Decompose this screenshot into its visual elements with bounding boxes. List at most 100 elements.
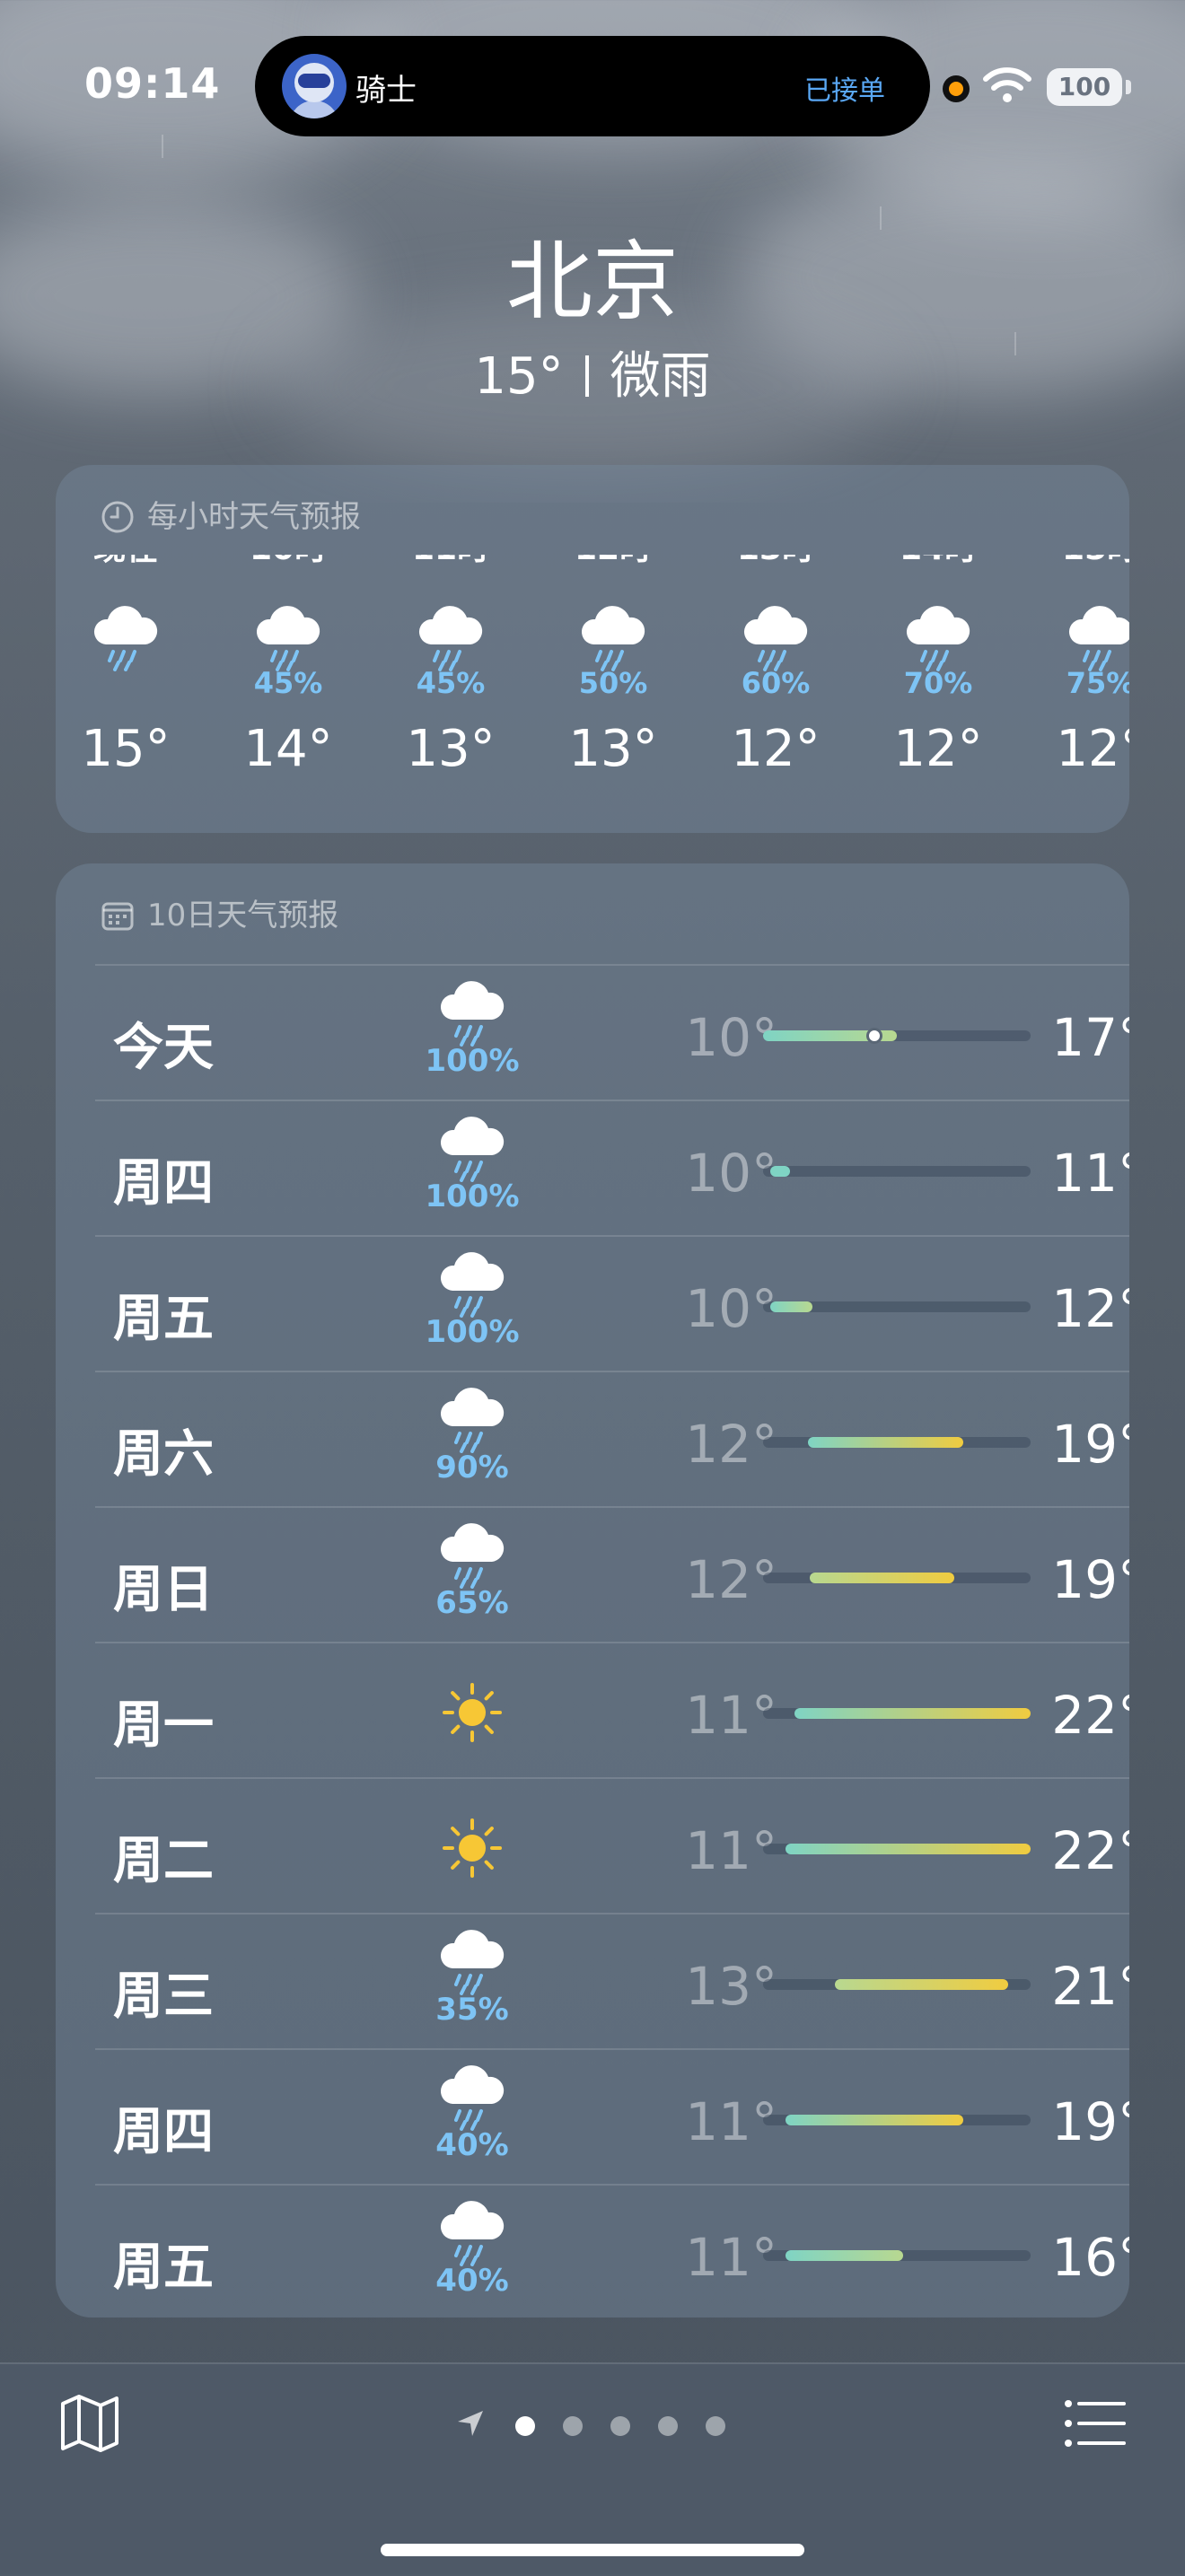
page-dot[interactable] — [515, 2416, 535, 2436]
island-activity-status: 已接单 — [804, 75, 885, 107]
cloud-rain-icon — [400, 980, 544, 1047]
daily-low-temp: 10° — [685, 1007, 777, 1068]
daily-low-temp: 11° — [685, 1685, 777, 1746]
hourly-time: 15时 — [1029, 555, 1129, 571]
daily-high-temp: 19° — [1051, 1549, 1129, 1610]
daily-forecast-row[interactable]: 周六 90% 12° 19° — [95, 1371, 1129, 1507]
daily-forecast-row[interactable]: 周五 100% 10° 12° — [95, 1235, 1129, 1371]
daily-forecast-row[interactable]: 周五 40% 11° 16° — [95, 2184, 1129, 2318]
rider-avatar-icon — [282, 54, 347, 118]
temperature-range-fill — [785, 2115, 964, 2125]
status-time: 09:14 — [84, 59, 221, 108]
temperature-range-bar — [763, 1166, 1031, 1177]
daily-low-temp: 12° — [685, 1414, 777, 1475]
hourly-forecast-card[interactable]: 每小时天气预报 现在 15° 10时 45% 14° 11时 45% 13° 12时 50% 13°… — [56, 465, 1129, 833]
cloud-rain-icon — [577, 605, 649, 671]
daily-weather: 100% — [400, 1251, 544, 1350]
page-dot[interactable] — [658, 2416, 678, 2436]
day-name: 周一 — [113, 1696, 214, 1755]
day-name: 周四 — [113, 2103, 214, 2161]
daily-forecast-row[interactable]: 周三 35% 13° 21° — [95, 1913, 1129, 2049]
daily-forecast-row[interactable]: 周一 11° 22° — [95, 1642, 1129, 1778]
cloud-rain-icon — [400, 1251, 544, 1318]
temperature-range-fill — [785, 2250, 904, 2261]
cloud-rain-icon — [400, 1116, 544, 1182]
daily-forecast-row[interactable]: 周四 100% 10° 11° — [95, 1100, 1129, 1236]
hourly-forecast-title: 每小时天气预报 — [147, 499, 361, 535]
temperature-range-fill — [769, 1301, 812, 1312]
cloud-rain-icon — [400, 2200, 544, 2266]
daily-forecast-row[interactable]: 今天 100% 10° 17° — [95, 964, 1129, 1100]
hourly-precipitation: 75% — [1066, 666, 1129, 700]
home-indicator[interactable] — [381, 2544, 804, 2556]
sun-icon — [400, 1815, 544, 1881]
daily-weather — [400, 1815, 544, 1878]
city-list-icon[interactable] — [1063, 2396, 1128, 2450]
hourly-item: 15时 75% 12° — [1029, 555, 1129, 778]
daily-precipitation: 100% — [425, 1314, 520, 1350]
hourly-temperature: 13° — [406, 720, 496, 778]
daily-precipitation: 40% — [435, 2127, 509, 2163]
current-conditions: 15° 微雨 — [0, 336, 1185, 408]
separator — [584, 355, 589, 397]
daily-forecast-title: 10日天气预报 — [147, 898, 339, 933]
hourly-precipitation: 70% — [903, 666, 973, 700]
page-dot[interactable] — [706, 2416, 725, 2436]
hourly-time: 11时 — [379, 555, 522, 571]
daily-weather — [400, 1679, 544, 1742]
daily-high-temp: 22° — [1051, 1820, 1129, 1881]
cloud-rain-icon — [400, 1387, 544, 1453]
daily-precipitation: 90% — [435, 1450, 509, 1485]
cloud-rain-icon — [415, 605, 487, 671]
city-name: 北京 — [506, 232, 679, 332]
current-temperature-marker — [866, 1028, 883, 1044]
day-name: 周日 — [113, 1561, 214, 1619]
daily-high-temp: 11° — [1051, 1143, 1129, 1204]
daily-low-temp: 13° — [685, 1956, 777, 2017]
daily-precipitation: 100% — [425, 1043, 520, 1079]
hourly-temperature: 15° — [81, 720, 171, 778]
page-dot[interactable] — [610, 2416, 630, 2436]
battery-tip — [1126, 80, 1131, 94]
hourly-precipitation: 45% — [253, 666, 323, 700]
daily-precipitation: 100% — [425, 1178, 520, 1214]
daily-high-temp: 19° — [1051, 1414, 1129, 1475]
location-arrow-icon[interactable] — [454, 2407, 487, 2440]
daily-low-temp: 10° — [685, 1278, 777, 1339]
daily-precipitation: 40% — [435, 2263, 509, 2299]
daily-weather: 90% — [400, 1387, 544, 1485]
current-temperature: 15° — [474, 347, 564, 406]
daily-low-temp: 12° — [685, 1549, 777, 1610]
daily-low-temp: 11° — [685, 1820, 777, 1881]
temperature-range-bar — [763, 2115, 1031, 2125]
map-icon[interactable] — [57, 2391, 122, 2456]
hourly-temperature: 14° — [243, 720, 333, 778]
daily-forecast-card[interactable]: 10日天气预报 今天 100% 10° 17° 周四 100% 10° 11° 周五 100% 10… — [56, 863, 1129, 2318]
cloud-rain-icon — [902, 605, 974, 671]
hourly-item: 14时 70% 12° — [866, 555, 1010, 778]
hourly-temperature: 13° — [568, 720, 658, 778]
daily-forecast-header: 10日天气预报 — [101, 890, 338, 934]
hourly-temperature: 12° — [893, 720, 983, 778]
sun-icon — [400, 1679, 544, 1746]
temperature-range-bar — [763, 1844, 1031, 1854]
day-name: 周五 — [113, 2239, 214, 2297]
hourly-item: 12时 50% 13° — [541, 555, 685, 778]
temperature-range-bar — [763, 2250, 1031, 2261]
day-name: 周二 — [113, 1832, 214, 1890]
page-dot[interactable] — [563, 2416, 583, 2436]
hourly-item: 10时 45% 14° — [216, 555, 360, 778]
day-name: 周五 — [113, 1290, 214, 1348]
cloud-rain-icon — [400, 2064, 544, 2131]
dynamic-island[interactable]: 骑士 已接单 — [255, 36, 930, 136]
hourly-precipitation: 50% — [578, 666, 648, 700]
clock-icon — [101, 501, 134, 533]
island-activity-name: 骑士 — [356, 73, 417, 109]
daily-low-temp: 11° — [685, 2091, 777, 2152]
daily-forecast-row[interactable]: 周四 40% 11° 19° — [95, 2048, 1129, 2185]
hourly-item: 现在 15° — [56, 555, 198, 778]
daily-forecast-row[interactable]: 周日 65% 12° 19° — [95, 1506, 1129, 1643]
daily-forecast-row[interactable]: 周二 11° 22° — [95, 1777, 1129, 1914]
cloud-rain-icon — [400, 1522, 544, 1589]
temperature-range-bar — [763, 1028, 1031, 1044]
